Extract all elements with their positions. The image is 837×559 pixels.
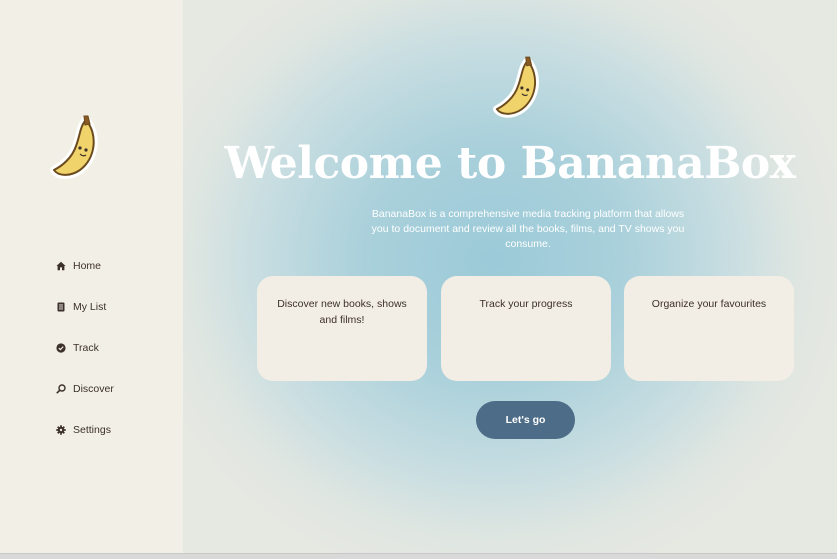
gear-icon (56, 424, 66, 435)
list-icon (56, 302, 66, 312)
feature-card-text: Organize your favourites (651, 298, 767, 310)
sidebar-item-discover[interactable]: Discover (56, 368, 114, 409)
search-icon (56, 383, 66, 394)
page-title: Welcome to BananaBox (224, 138, 796, 189)
sidebar-item-label: Track (73, 341, 99, 354)
home-icon (56, 261, 66, 271)
feature-card-text: Track your progress (479, 298, 573, 310)
main-content: Welcome to BananaBox BananaBox is a comp… (183, 0, 837, 558)
sidebar-item-label: Settings (73, 423, 111, 436)
sidebar-item-track[interactable]: Track (56, 327, 114, 368)
sidebar-item-label: My List (73, 300, 107, 313)
banana-logo-icon[interactable] (50, 112, 104, 182)
feature-card-track: Track your progress (441, 276, 611, 381)
hero-description: BananaBox is a comprehensive media track… (371, 208, 685, 250)
sidebar-nav: Home My List Track Discover Settings (56, 245, 114, 450)
sidebar-item-label: Discover (73, 382, 114, 395)
sidebar: Home My List Track Discover Settings (0, 0, 183, 558)
sidebar-item-settings[interactable]: Settings (56, 409, 114, 450)
lets-go-button[interactable]: Let's go (476, 401, 575, 439)
sidebar-item-label: Home (73, 259, 102, 272)
sidebar-item-my-list[interactable]: My List (56, 286, 114, 327)
check-circle-icon (56, 342, 66, 353)
banana-icon (493, 52, 545, 122)
feature-card-text: Discover new books, shows and films! (277, 298, 407, 326)
horizontal-scrollbar[interactable] (0, 553, 837, 559)
feature-card-discover: Discover new books, shows and films! (257, 276, 427, 381)
sidebar-item-home[interactable]: Home (56, 245, 114, 286)
feature-card-organize: Organize your favourites (624, 276, 794, 381)
